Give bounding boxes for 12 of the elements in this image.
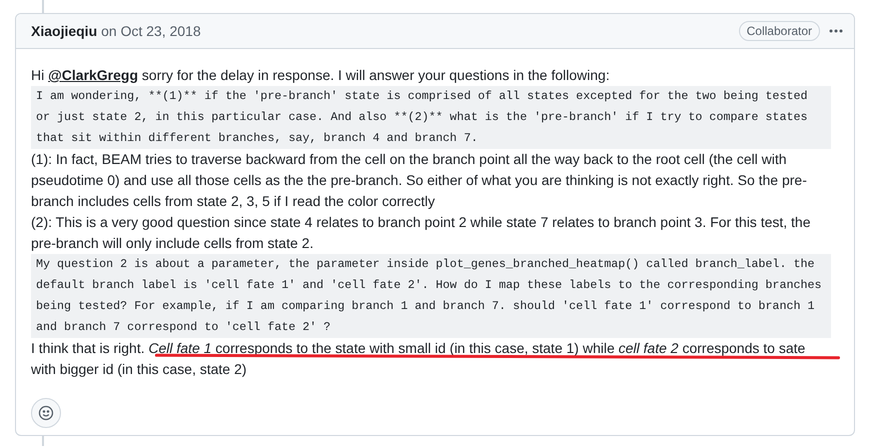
smiley-icon bbox=[38, 405, 54, 421]
quoted-code-text: I am wondering, **(1)** if the 'pre-branch' state is comprised of all states excepted for the two being tested or just state 2, in this particular case. And also **(2)** what is the 'pre-branch' if I try to compare states that sit within different branches, say, branch 4 and branch 7. bbox=[31, 86, 831, 149]
mention-link[interactable]: @ClarkGregg bbox=[48, 67, 138, 83]
role-badge: Collaborator bbox=[738, 21, 820, 41]
quoted-code-text: My question 2 is about a parameter, the parameter inside plot_genes_branched_heatmap() called branch_label. the default branch label is 'cell fate 1' and 'cell fate 2'. How do I map these labels to the corresponding branches being tested? For example, if I am comparing branch 1 and branch 7. should 'cell fate 1' correspond to branch 1 and branch 7 correspond to 'cell fate 2' ? bbox=[31, 254, 831, 338]
comment-date[interactable]: on Oct 23, 2018 bbox=[101, 23, 201, 39]
comment-paragraph: (2): This is a very good question since state 4 relates to branch point 2 while state 7 relates to branch point 3. For this test, the pre-branch will only include cells from state 2. bbox=[31, 213, 812, 253]
add-reaction-button[interactable] bbox=[31, 398, 61, 428]
comment-paragraph: I think that is right. Cell fate 1 corresponds to the state with small id (in this case, state 1) while cell fate 2 corresponds to sate with bigger id (in this case, state 2) bbox=[31, 338, 831, 380]
author-name[interactable]: Xiaojieqiu bbox=[31, 23, 98, 39]
comment-paragraph: (1): In fact, BEAM tries to traverse backward from the cell on the branch point all the way back to the root cell (the cell with pseudotime 0) and use all those cells as the the pre-branch. So either of what you are thinking is not exactly right. So the pre-branch includes cells from state 2, 3, 5 if I read the color correctly bbox=[31, 150, 808, 211]
comment-paragraph: Hi @ClarkGregg sorry for the delay in response. I will answer your questions in the following: bbox=[31, 66, 611, 85]
